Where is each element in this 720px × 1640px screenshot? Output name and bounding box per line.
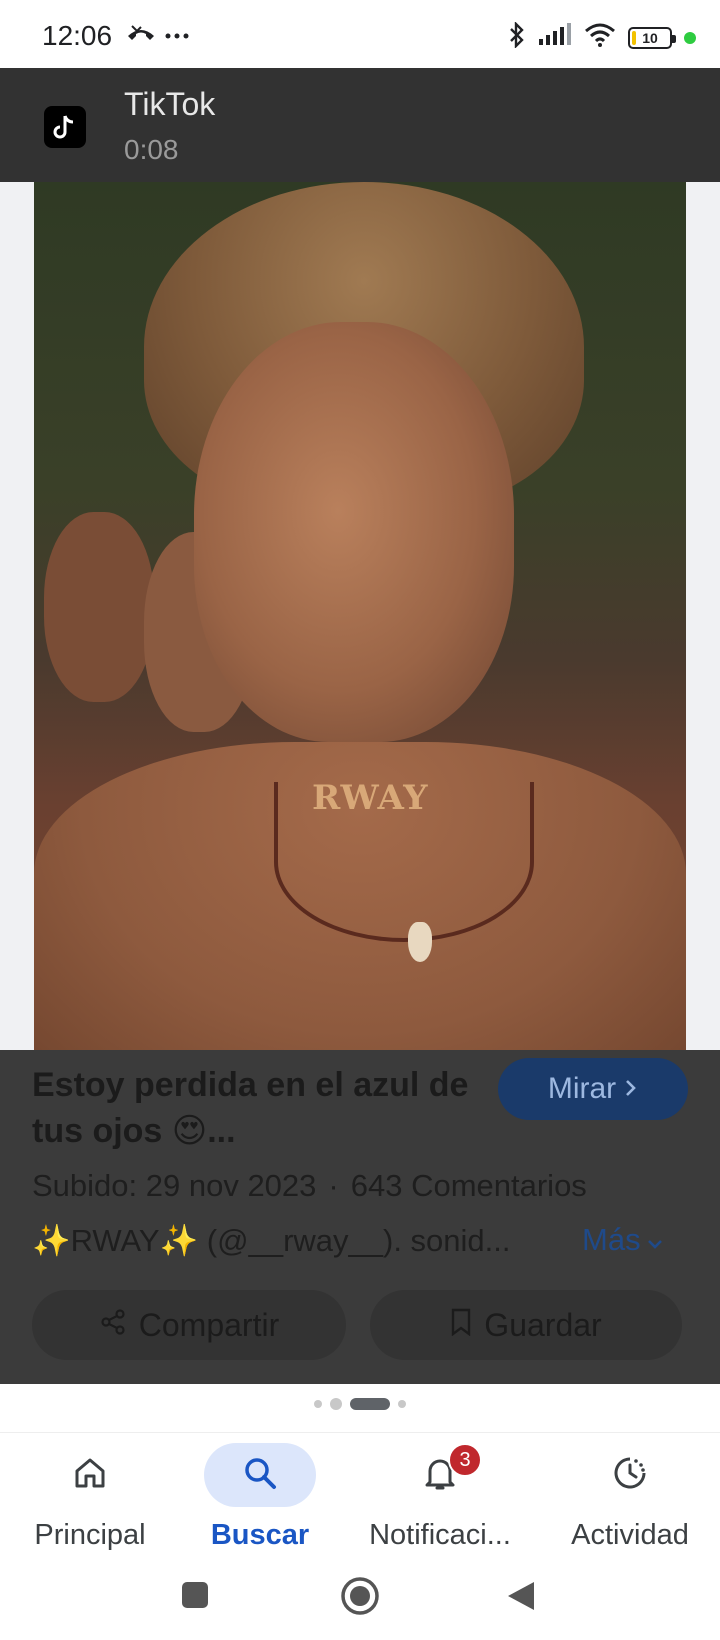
media-area: RWAY (0, 182, 720, 1050)
carousel-indicator (0, 1398, 720, 1410)
share-icon (99, 1307, 127, 1344)
nav-icon-container (204, 1443, 316, 1507)
nav-item-actividad[interactable]: Actividad (540, 1433, 720, 1565)
tiktok-logo-icon (44, 106, 86, 148)
more-dots-icon (164, 27, 190, 45)
save-button[interactable]: Guardar (370, 1290, 682, 1360)
pager-dot-active (350, 1398, 390, 1410)
search-icon (242, 1455, 278, 1496)
battery-level: 10 (642, 29, 658, 46)
status-time: 12:06 (42, 20, 113, 51)
bookmark-icon (450, 1307, 472, 1344)
result-description: ✨RWAY✨ (@__rway__). sonid... (32, 1223, 511, 1258)
missed-call-icon (126, 22, 156, 49)
subject-face (194, 322, 514, 742)
nav-icon-container (34, 1443, 146, 1507)
home-button[interactable] (340, 1576, 380, 1621)
nav-item-principal[interactable]: Principal (0, 1433, 180, 1565)
activity-icon (612, 1455, 648, 1496)
status-right-icons: 10 (508, 21, 696, 53)
status-bar: 12:06 10 (0, 0, 720, 68)
pager-dot (398, 1400, 406, 1408)
nav-label: Notificaci... (369, 1519, 511, 1551)
share-label: Compartir (138, 1306, 280, 1343)
bluetooth-icon (508, 21, 526, 53)
comment-count: 643 Comentarios (350, 1168, 587, 1203)
nav-icon-container (574, 1443, 686, 1507)
battery-icon: 10 (628, 26, 676, 49)
home-icon (72, 1455, 108, 1496)
necklace-text: RWAY (312, 778, 429, 818)
bottom-navigation: Principal Buscar 3 Notificaci... Activid… (0, 1432, 720, 1564)
more-button[interactable]: Más (582, 1222, 663, 1258)
watch-label: Mirar (547, 1072, 617, 1105)
nav-item-buscar[interactable]: Buscar (170, 1433, 350, 1565)
privacy-dot-icon (684, 31, 696, 44)
nav-label: Buscar (210, 1519, 310, 1551)
pager-dot (330, 1398, 342, 1410)
signal-icon (538, 23, 572, 52)
chevron-right-icon (624, 1072, 638, 1106)
battery-fill (632, 30, 636, 45)
background-person (44, 512, 154, 702)
watch-button[interactable]: Mirar (498, 1058, 688, 1120)
chevron-down-icon (647, 1222, 663, 1258)
pendant (408, 922, 432, 962)
upload-date: Subido: 29 nov 2023 (32, 1168, 317, 1203)
source-header[interactable]: TikTok 0:08 (0, 68, 720, 182)
pager-dot (314, 1400, 322, 1408)
save-label: Guardar (484, 1306, 602, 1343)
nav-label: Principal (34, 1519, 146, 1551)
wifi-icon (584, 23, 616, 52)
more-label: Más (582, 1222, 641, 1257)
recents-button[interactable] (180, 1580, 210, 1615)
video-thumbnail[interactable]: RWAY (34, 182, 686, 1050)
image-viewer-overlay: TikTok 0:08 RWAY Estoy perdida en el azu… (0, 68, 720, 1384)
status-left-icons (126, 22, 190, 49)
result-meta: Subido: 29 nov 2023 · 643 Comentarios (32, 1168, 587, 1204)
share-button[interactable]: Compartir (32, 1290, 346, 1360)
back-button[interactable] (506, 1580, 536, 1617)
system-navigation-bar (0, 1564, 720, 1640)
nav-label: Actividad (571, 1519, 689, 1551)
meta-separator: · (328, 1168, 339, 1203)
result-title[interactable]: Estoy perdida en el azul de tus ojos 😍..… (32, 1062, 472, 1154)
video-duration: 0:08 (124, 134, 179, 165)
source-name: TikTok (124, 86, 216, 122)
battery-cap (672, 34, 676, 43)
nav-item-notificaciones[interactable]: 3 Notificaci... (350, 1433, 530, 1565)
notification-badge: 3 (448, 1443, 482, 1477)
